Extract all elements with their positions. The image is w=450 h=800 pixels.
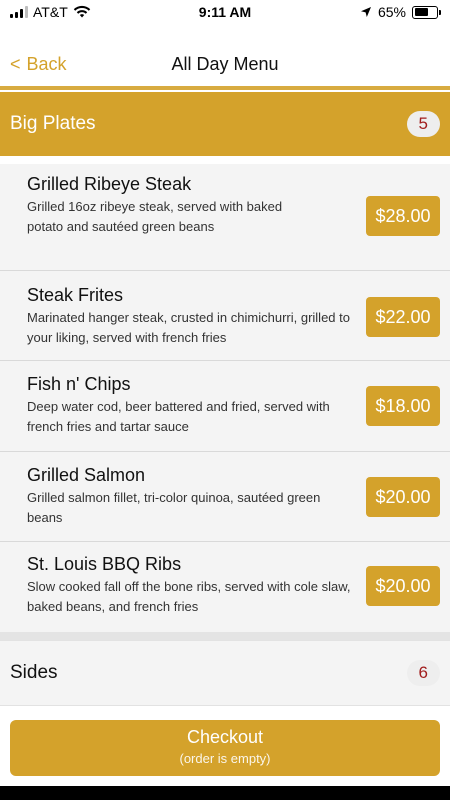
price-button[interactable]: $28.00 [366,196,440,236]
home-indicator-bar [0,786,450,800]
section-separator [0,632,450,640]
section-title: Big Plates [10,113,96,134]
item-description: Slow cooked fall off the bone ribs, serv… [27,579,351,614]
status-bar: AT&T 9:11 AM 65% [0,0,450,26]
item-name: St. Louis BBQ Ribs [27,554,182,574]
status-right: 65% [360,4,441,20]
menu-item[interactable]: Fish n' Chips Deep water cod, beer batte… [0,361,450,452]
item-description: Marinated hanger steak, crusted in chimi… [27,310,350,345]
battery-level [414,8,429,16]
nav-divider [0,86,450,90]
price-button[interactable]: $18.00 [366,386,440,426]
menu-item[interactable]: St. Louis BBQ Ribs Slow cooked fall off … [0,542,450,632]
item-description: Grilled 16oz ribeye steak, served with b… [27,199,283,234]
checkout-area: Checkout (order is empty) [0,712,450,786]
checkout-button[interactable]: Checkout (order is empty) [10,720,440,776]
battery-percent: 65% [377,4,406,20]
location-arrow-icon [360,7,371,17]
price-button[interactable]: $20.00 [366,477,440,517]
item-name: Fish n' Chips [27,374,131,394]
menu-item[interactable]: Steak Frites Marinated hanger steak, cru… [0,271,450,361]
checkout-sublabel: (order is empty) [179,751,271,766]
battery-icon [412,5,441,19]
section-title: Sides [10,662,58,683]
item-description: Deep water cod, beer battered and fried,… [27,399,330,434]
count-badge: 5 [406,111,440,137]
item-name: Steak Frites [27,285,124,305]
item-description: Grilled salmon fillet, tri-color quinoa,… [27,490,321,525]
section-header-big-plates[interactable]: Big Plates 5 [0,92,450,156]
nav-bar: < Back All Day Menu [0,44,450,86]
section-header-sides[interactable]: Sides 6 [0,640,450,706]
count-badge: 6 [406,660,440,686]
menu-item[interactable]: Grilled Salmon Grilled salmon fillet, tr… [0,452,450,542]
menu-item-list: Grilled Ribeye Steak Grilled 16oz ribeye… [0,164,450,632]
item-name: Grilled Salmon [27,465,146,485]
price-button[interactable]: $22.00 [366,297,440,337]
item-name: Grilled Ribeye Steak [27,174,192,194]
page-title: All Day Menu [171,54,279,74]
price-button[interactable]: $20.00 [366,566,440,606]
checkout-label: Checkout [186,727,264,747]
menu-item[interactable]: Grilled Ribeye Steak Grilled 16oz ribeye… [0,164,450,271]
